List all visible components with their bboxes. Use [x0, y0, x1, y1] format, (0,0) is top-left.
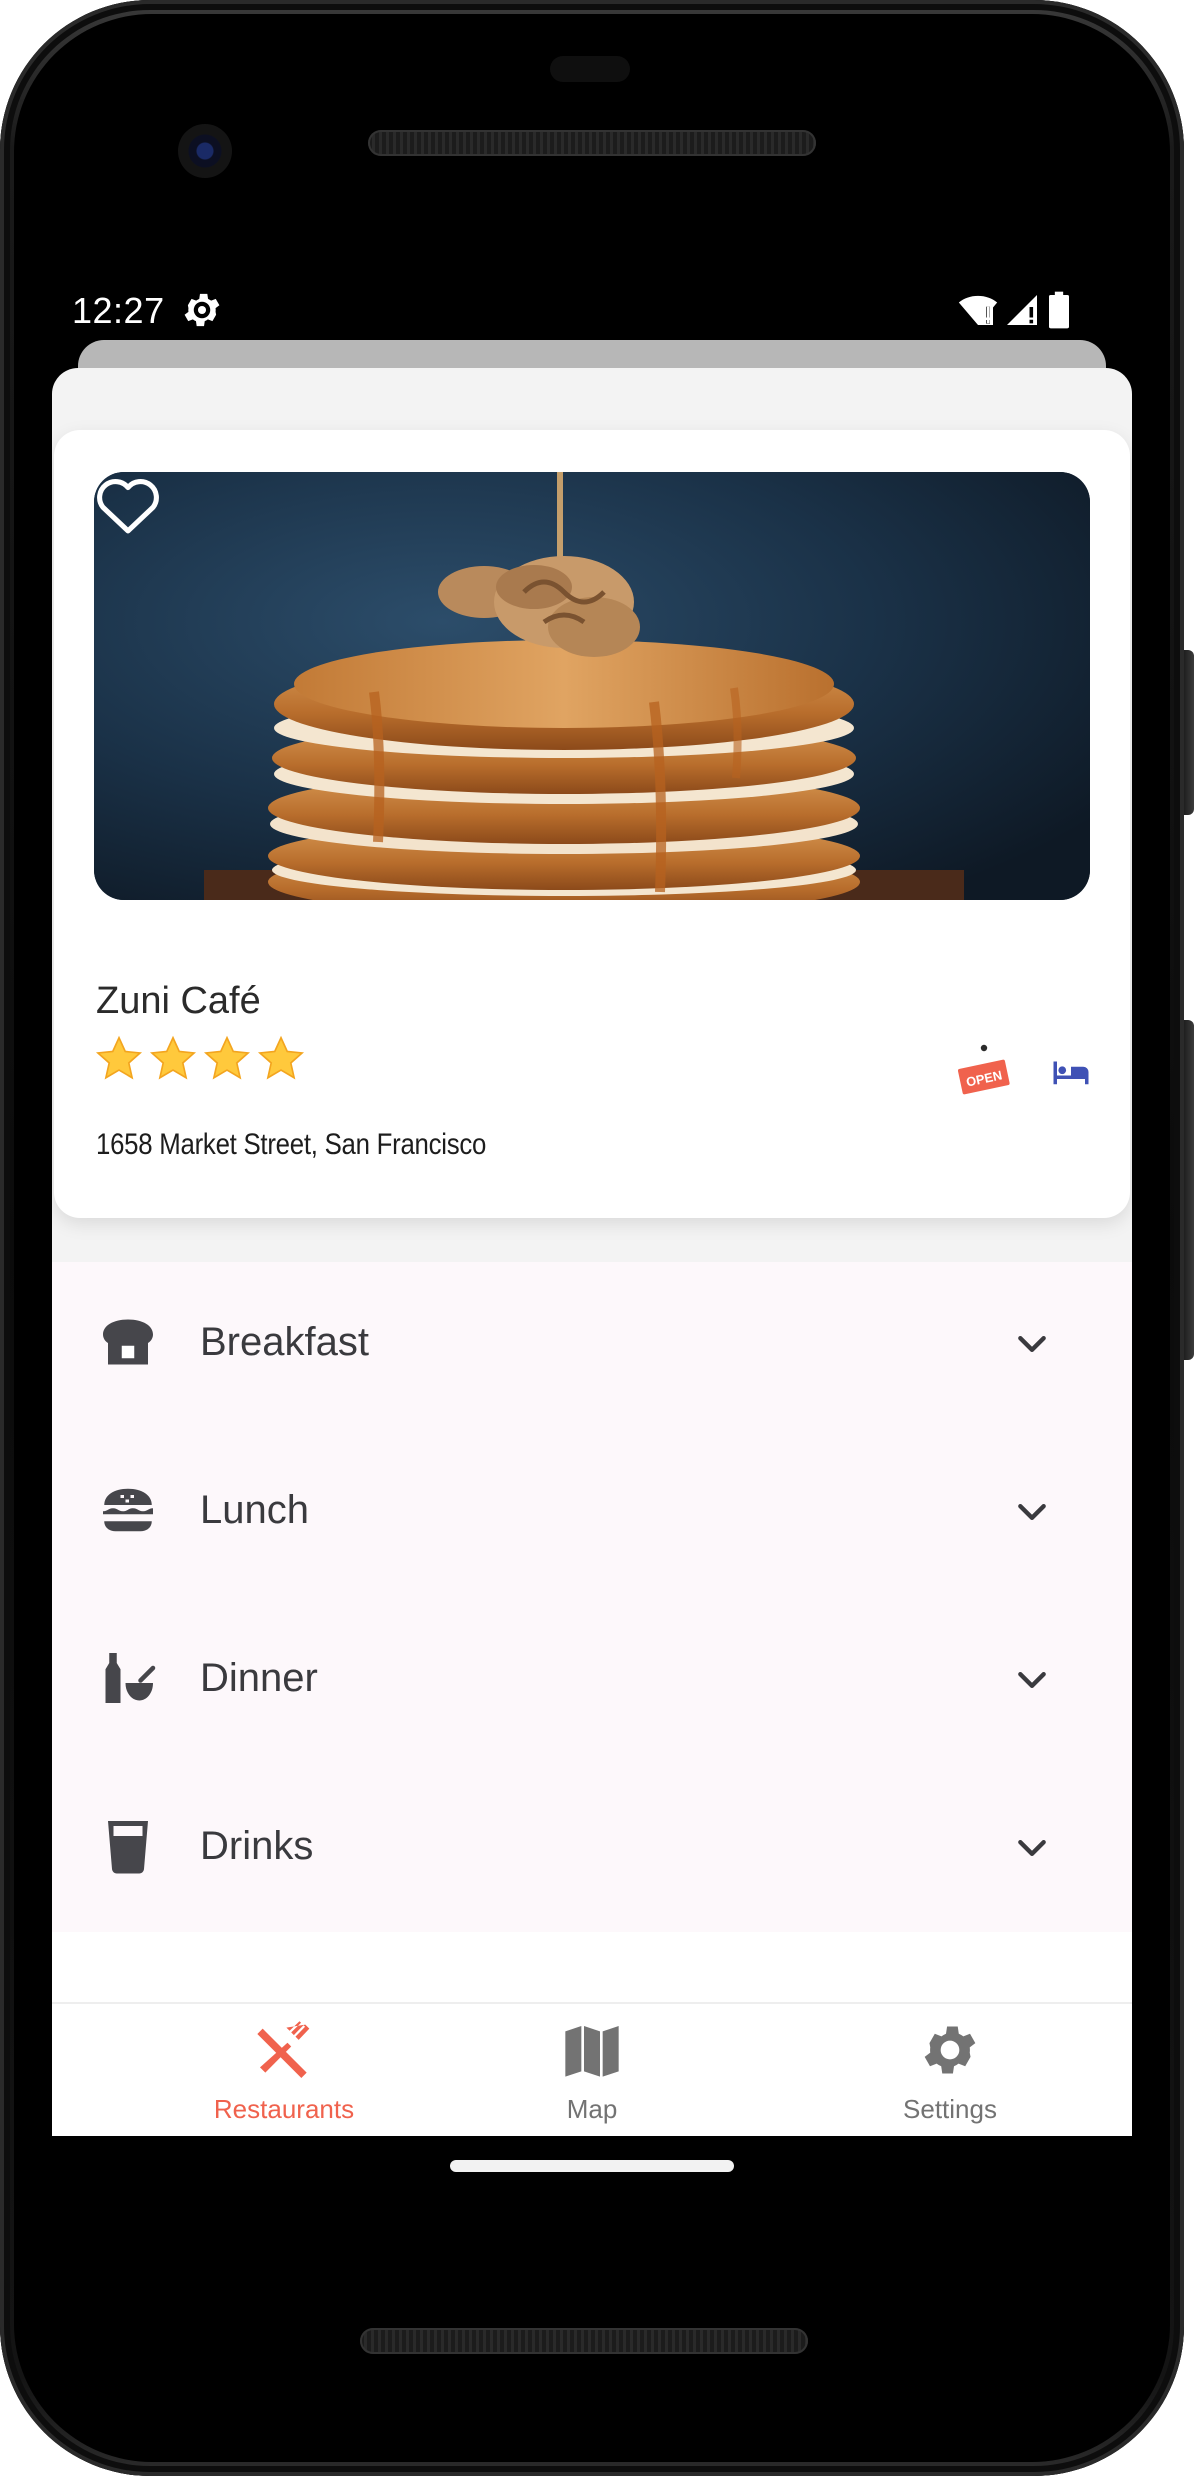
top-speaker-grille: [368, 130, 816, 156]
bed-icon: [1053, 1061, 1089, 1085]
menu-section-breakfast[interactable]: Breakfast: [52, 1262, 1132, 1430]
pancake-stack-image: [94, 472, 1090, 900]
front-camera: [178, 124, 232, 178]
bread-icon: [103, 1319, 153, 1365]
bottom-speaker-grille: [360, 2328, 808, 2354]
glass-icon: [108, 1821, 148, 1874]
menu-section-label: Drinks: [200, 1824, 314, 1868]
menu-section-label: Dinner: [200, 1656, 318, 1700]
home-indicator[interactable]: [450, 2160, 734, 2172]
settings-icon: [184, 293, 220, 327]
star-icon: [149, 1035, 197, 1080]
nav-label-map: Map: [566, 2094, 618, 2124]
nav-label-settings: Settings: [903, 2094, 997, 2124]
star-icon: [203, 1035, 251, 1080]
signal-alert-icon: [1007, 295, 1037, 325]
chevron-down-icon[interactable]: [1012, 1324, 1052, 1364]
menu-section-lunch[interactable]: Lunch: [52, 1430, 1132, 1598]
list-spacer: [52, 1932, 1132, 2002]
burger-icon: [103, 1488, 153, 1532]
restaurant-detail-sheet: Zuni Café OPEN 1658 Market Street, San F…: [52, 368, 1132, 2136]
nav-item-settings[interactable]: Settings: [830, 2004, 1070, 2136]
volume-button: [1184, 1020, 1194, 1360]
chevron-down-icon[interactable]: [1012, 1660, 1052, 1700]
wifi-alert-icon: [958, 295, 998, 325]
menu-sections: Breakfast Lunch Dinner Drinks: [52, 1262, 1132, 1932]
star-icon: [257, 1035, 305, 1080]
menu-section-drinks[interactable]: Drinks: [52, 1766, 1132, 1934]
gear-icon: [924, 2026, 976, 2074]
amenity-badges: OPEN: [954, 1042, 1092, 1102]
status-time: 12:27: [72, 290, 165, 331]
restaurant-photo: [94, 472, 1090, 900]
nav-item-restaurants[interactable]: Restaurants: [164, 2004, 404, 2136]
status-icons: [958, 288, 1072, 332]
menu-section-label: Breakfast: [200, 1320, 369, 1364]
bottle-bowl-icon: [105, 1653, 156, 1703]
open-sign-icon: OPEN: [957, 1044, 1010, 1095]
nav-item-map[interactable]: Map: [472, 2004, 712, 2136]
status-bar: 12:27: [72, 284, 1072, 338]
menu-section-dinner[interactable]: Dinner: [52, 1598, 1132, 1766]
chevron-down-icon[interactable]: [1012, 1492, 1052, 1532]
phone-frame: 12:27 Zuni Café OPEN 1658 Market Street,…: [0, 0, 1194, 2480]
rating-stars: [94, 1034, 306, 1084]
battery-icon: [1049, 291, 1069, 329]
nav-label-restaurants: Restaurants: [213, 2094, 355, 2124]
proximity-sensor: [550, 56, 630, 82]
restaurant-address: 1658 Market Street, San Francisco: [96, 1128, 487, 1161]
bottom-navigation: Restaurants Map Settings: [52, 2002, 1132, 2136]
heart-outline-icon[interactable]: [94, 472, 162, 536]
fork-knife-icon: [257, 2021, 310, 2078]
chevron-down-icon[interactable]: [1012, 1828, 1052, 1868]
restaurant-card[interactable]: Zuni Café OPEN 1658 Market Street, San F…: [54, 430, 1130, 1218]
menu-section-label: Lunch: [200, 1488, 309, 1532]
map-icon: [565, 2026, 619, 2077]
power-button: [1184, 650, 1194, 815]
restaurant-name: Zuni Café: [96, 980, 261, 1022]
star-icon: [95, 1035, 143, 1080]
